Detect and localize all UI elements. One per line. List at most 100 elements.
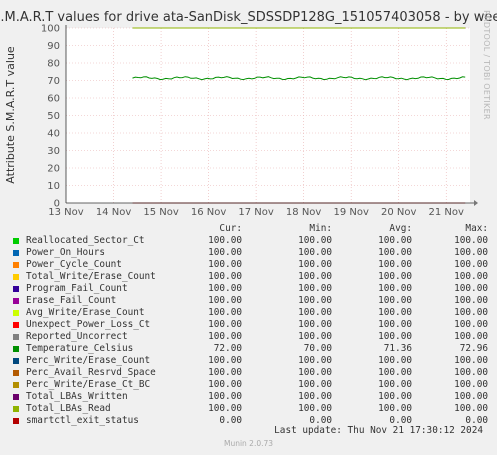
legend-min-value: 100.00: [298, 355, 332, 366]
legend-series-name: Program_Fail_Count: [26, 283, 128, 294]
legend-swatch: [13, 250, 19, 256]
footer: Munin 2.0.73: [223, 439, 274, 448]
legend-series-name: Total_LBAs_Written: [26, 391, 128, 402]
legend-row: Reallocated_Sector_Ct 100.00 100.00 100.00 1…: [12, 235, 490, 247]
legend-avg-value: 100.00: [378, 379, 412, 390]
legend-avg-value: 100.00: [378, 355, 412, 366]
legend-row: Total_Write/Erase_Count 100.00 100.00 100.0…: [12, 271, 490, 283]
legend-avg-value: 100.00: [378, 295, 412, 306]
legend-cur-value: 100.00: [208, 259, 242, 270]
legend-row: Perc_Write/Erase_Ct_BC 100.00 100.00 100.00…: [12, 379, 490, 391]
legend-series-name: Reported_Uncorrect: [26, 331, 128, 342]
legend: Cur: Min: Avg: Max: Reallocated_Sector_C…: [12, 223, 490, 427]
legend-series-name: Unexpect_Power_Loss_Ct: [26, 319, 151, 330]
legend-swatch: [13, 310, 19, 316]
legend-max-value: 100.00: [454, 403, 488, 414]
legend-cur-value: 100.00: [208, 331, 242, 342]
legend-series-name: Power_Cycle_Count: [26, 259, 122, 270]
legend-series-name: Total_Write/Erase_Count: [26, 271, 156, 282]
legend-row: Avg_Write/Erase_Count 100.00 100.00 100.00 1…: [12, 307, 490, 319]
legend-avg-value: 100.00: [378, 271, 412, 282]
legend-swatch: [13, 418, 19, 424]
legend-swatch: [13, 346, 19, 352]
legend-avg-value: 100.00: [378, 331, 412, 342]
legend-min-value: 100.00: [298, 259, 332, 270]
legend-swatch: [13, 238, 19, 244]
legend-swatch: [13, 298, 19, 304]
legend-series-name: Perc_Write/Erase_Ct_BC: [26, 379, 151, 390]
legend-avg-value: 100.00: [378, 307, 412, 318]
legend-min-value: 100.00: [298, 367, 332, 378]
legend-max-value: 100.00: [454, 271, 488, 282]
legend-max-value: 100.00: [454, 319, 488, 330]
y-tick-label: 50: [47, 111, 60, 122]
legend-cur-value: 100.00: [208, 235, 242, 246]
legend-row: Unexpect_Power_Loss_Ct 100.00 100.00 100.00…: [12, 319, 490, 331]
legend-avg-value: 100.00: [378, 319, 412, 330]
legend-cur-value: 100.00: [208, 391, 242, 402]
y-tick-label: 60: [47, 94, 60, 105]
y-axis-label: Attribute S.M.A.R.T value: [4, 46, 17, 184]
chart: S.M.A.R.T values for drive ata-SanDisk_S…: [0, 10, 497, 218]
x-tick-label: 15 Nov: [143, 207, 179, 218]
x-tick-label: 21 Nov: [429, 207, 465, 218]
legend-series-name: Perc_Write/Erase_Count: [26, 355, 151, 366]
legend-swatch: [13, 382, 19, 388]
legend-min-value: 100.00: [298, 379, 332, 390]
legend-row: Program_Fail_Count 100.00 100.00 100.00 100.…: [12, 283, 490, 295]
legend-cur-value: 100.00: [208, 283, 242, 294]
legend-swatch: [13, 262, 19, 268]
x-tick-label: 17 Nov: [238, 207, 274, 218]
legend-cur-value: 100.00: [208, 271, 242, 282]
legend-series-name: Temperature_Celsius: [26, 343, 134, 354]
legend-min-value: 100.00: [298, 391, 332, 402]
legend-max-value: 100.00: [454, 235, 488, 246]
legend-swatch: [13, 394, 19, 400]
legend-cur-value: 0.00: [219, 415, 242, 426]
legend-max-value: 100.00: [454, 295, 488, 306]
legend-min-value: 100.00: [298, 403, 332, 414]
x-axis-arrow: [474, 200, 478, 206]
x-tick-label: 14 Nov: [96, 207, 132, 218]
y-tick-label: 20: [47, 164, 60, 175]
legend-cur-value: 72.00: [213, 343, 242, 354]
legend-cur-value: 100.00: [208, 307, 242, 318]
legend-cur-value: 100.00: [208, 247, 242, 258]
legend-series-name: Erase_Fail_Count: [26, 295, 117, 306]
legend-series-name: smartctl_exit_status: [26, 415, 139, 426]
last-update: Last update: Thu Nov 21 17:30:12 2024: [274, 425, 483, 436]
legend-cur-value: 100.00: [208, 295, 242, 306]
legend-avg-value: 71.36: [383, 343, 412, 354]
legend-max-value: 100.00: [454, 247, 488, 258]
x-tick-label: 20 Nov: [381, 207, 417, 218]
legend-max-value: 100.00: [454, 307, 488, 318]
legend-header-cur: Cur:: [219, 223, 242, 234]
legend-cur-value: 100.00: [208, 367, 242, 378]
legend-avg-value: 100.00: [378, 403, 412, 414]
legend-cur-value: 100.00: [208, 319, 242, 330]
legend-row: Power_On_Hours 100.00 100.00 100.00 100.00: [12, 247, 490, 259]
y-tick-label: 100: [41, 24, 60, 35]
legend-row: Perc_Write/Erase_Count 100.00 100.00 100.00…: [12, 355, 490, 367]
legend-series-name: Total_LBAs_Read: [26, 403, 111, 414]
y-tick-label: 40: [47, 129, 60, 140]
y-tick-label: 90: [47, 41, 60, 52]
legend-min-value: 100.00: [298, 283, 332, 294]
chart-title: S.M.A.R.T values for drive ata-SanDisk_S…: [0, 10, 497, 25]
x-tick-label: 19 Nov: [333, 207, 369, 218]
legend-swatch: [13, 406, 19, 412]
legend-row: Power_Cycle_Count 100.00 100.00 100.00 100.0…: [12, 259, 490, 271]
legend-avg-value: 100.00: [378, 367, 412, 378]
legend-swatch: [13, 334, 19, 340]
legend-swatch: [13, 274, 19, 280]
legend-swatch: [13, 358, 19, 364]
legend-max-value: 100.00: [454, 283, 488, 294]
legend-min-value: 100.00: [298, 307, 332, 318]
legend-min-value: 100.00: [298, 247, 332, 258]
legend-swatch: [13, 322, 19, 328]
legend-header-max: Max:: [465, 223, 488, 234]
legend-row: Erase_Fail_Count 100.00 100.00 100.00 100.00: [12, 295, 490, 307]
legend-max-value: 100.00: [454, 259, 488, 270]
legend-cur-value: 100.00: [208, 379, 242, 390]
legend-min-value: 100.00: [298, 295, 332, 306]
